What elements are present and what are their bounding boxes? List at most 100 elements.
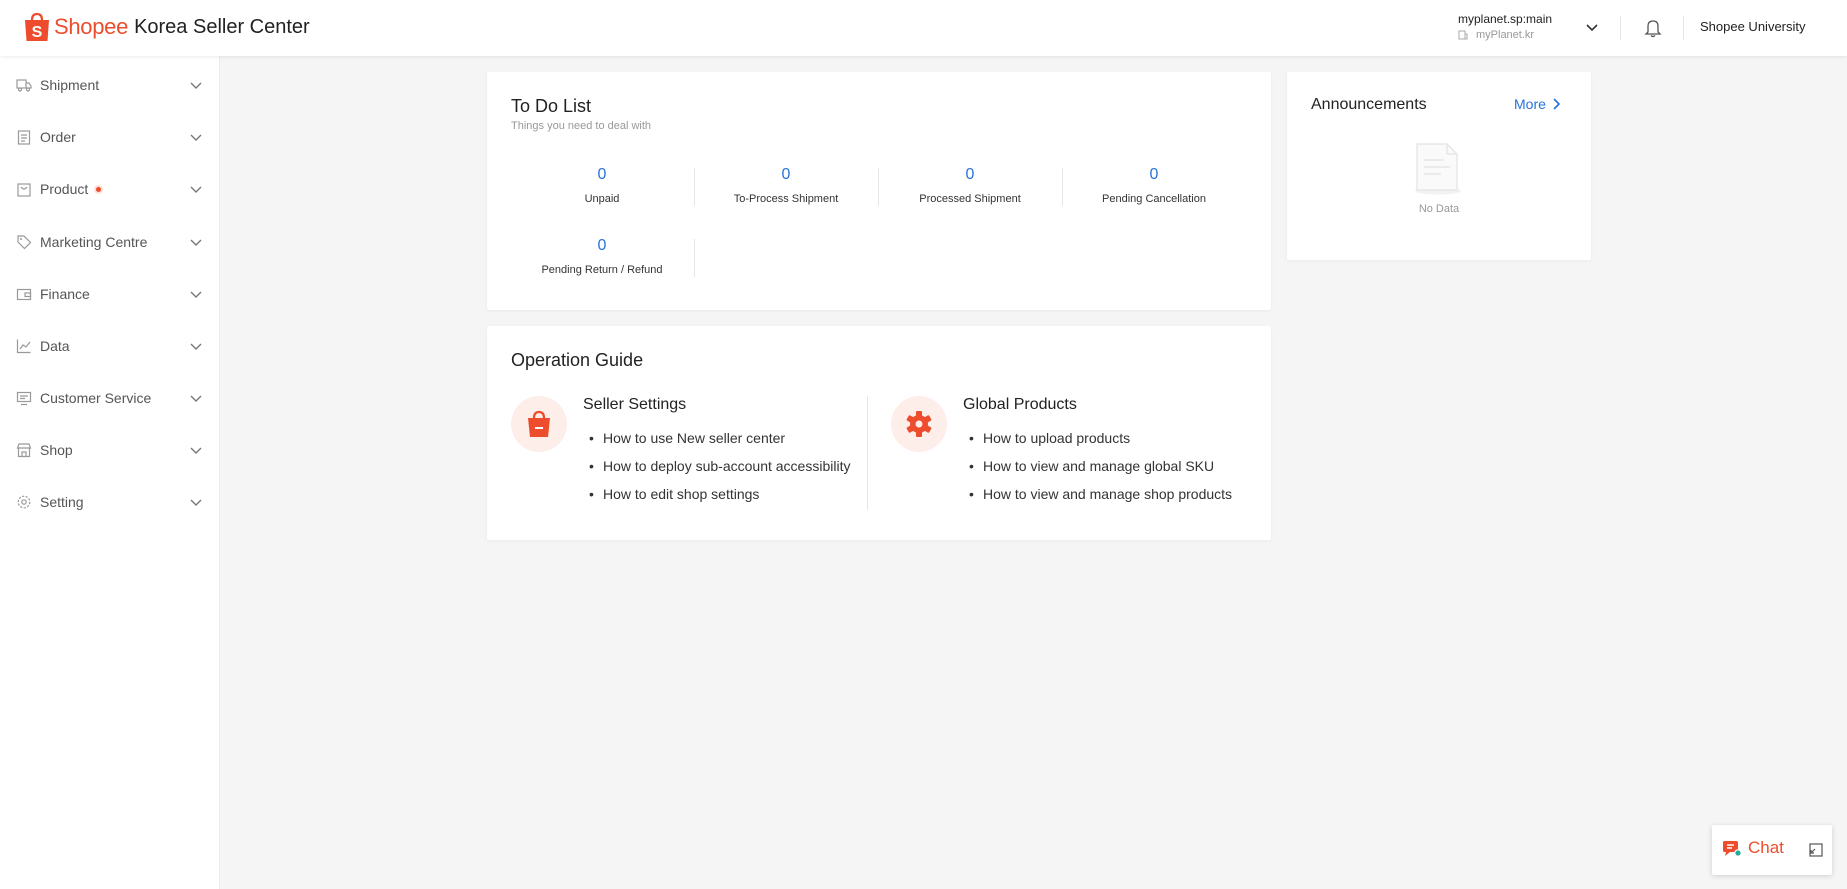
stat-pending-return-refund[interactable]: 0 Pending Return / Refund (510, 237, 694, 281)
building-icon (1458, 30, 1468, 40)
sidebar-item-shipment[interactable]: Shipment (0, 65, 220, 105)
guide-link[interactable]: How to upload products (963, 428, 1232, 456)
stat-value: 0 (781, 166, 791, 183)
shopping-bag-icon (528, 410, 550, 437)
sidebar-item-label: Order (40, 129, 76, 145)
chat-button[interactable]: Chat (1722, 838, 1784, 858)
stat-unpaid[interactable]: 0 Unpaid (510, 166, 694, 210)
sidebar-item-label: Data (40, 338, 70, 354)
sidebar-item-label: Shop (40, 442, 73, 458)
todo-title: To Do List (511, 96, 592, 116)
shopee-university-link[interactable]: Shopee University (1700, 19, 1806, 34)
global-products-links: How to upload products How to view and m… (963, 428, 1232, 512)
guide-link[interactable]: How to view and manage global SKU (963, 456, 1232, 484)
guide-link[interactable]: How to view and manage shop products (963, 484, 1232, 512)
sidebar-item-shop[interactable]: Shop (0, 430, 220, 470)
chart-icon (16, 339, 31, 354)
gear-icon (17, 495, 31, 509)
guide-link[interactable]: How to deploy sub-account accessibility (583, 456, 850, 484)
sidebar-item-label: Marketing Centre (40, 234, 148, 250)
global-products-heading: Global Products (963, 396, 1077, 413)
stat-label: Pending Cancellation (1102, 193, 1206, 205)
stat-label: Processed Shipment (919, 193, 1021, 205)
seller-settings-icon (511, 396, 567, 452)
sidebar-nav: Shipment Order Product Marketing Centre … (0, 56, 220, 889)
wallet-icon (16, 288, 32, 301)
minimize-icon[interactable] (1808, 842, 1824, 858)
chat-label: Chat (1748, 838, 1784, 857)
more-label: More (1514, 96, 1546, 112)
bag-icon (17, 183, 31, 197)
shopee-bag-icon: S (25, 12, 49, 41)
sidebar-item-label: Setting (40, 494, 84, 510)
chat-bubble-icon (1723, 841, 1742, 857)
chevron-right-icon (1553, 98, 1560, 110)
monitor-icon (16, 391, 32, 406)
sidebar-item-data[interactable]: Data (0, 326, 220, 366)
stat-divider (694, 239, 695, 277)
chevron-down-icon (190, 239, 202, 246)
header-divider (1683, 16, 1684, 40)
empty-document-icon (1415, 143, 1461, 195)
seller-settings-links: How to use New seller center How to depl… (583, 428, 850, 512)
chevron-down-icon (190, 291, 202, 298)
bell-icon[interactable] (1644, 18, 1662, 38)
clipboard-icon (17, 130, 31, 145)
chevron-down-icon (190, 343, 202, 350)
account-shop: myPlanet.kr (1458, 29, 1638, 41)
chevron-down-icon (190, 499, 202, 506)
sidebar-item-customer-service[interactable]: Customer Service (0, 378, 220, 418)
stat-pending-cancellation[interactable]: 0 Pending Cancellation (1062, 166, 1246, 210)
no-data-text: No Data (1418, 203, 1460, 215)
todo-list-card: To Do List Things you need to deal with … (487, 72, 1271, 310)
chevron-down-icon[interactable] (1584, 19, 1600, 35)
announcements-more-link[interactable]: More (1514, 96, 1560, 112)
stat-to-process-shipment[interactable]: 0 To-Process Shipment (694, 166, 878, 210)
tag-icon (17, 235, 32, 250)
stat-processed-shipment[interactable]: 0 Processed Shipment (878, 166, 1062, 210)
notification-dot (94, 185, 103, 194)
chevron-down-icon (190, 82, 202, 89)
sidebar-item-order[interactable]: Order (0, 117, 220, 157)
sidebar-item-finance[interactable]: Finance (0, 274, 220, 314)
chevron-down-icon (190, 395, 202, 402)
stat-label: Pending Return / Refund (541, 264, 663, 276)
stat-value: 0 (597, 166, 607, 183)
brand-name: Shopee (54, 14, 129, 39)
announcements-card: Announcements More No Data (1287, 72, 1591, 260)
global-products-icon (891, 396, 947, 452)
stat-label: To-Process Shipment (733, 193, 839, 205)
guide-link[interactable]: How to use New seller center (583, 428, 850, 456)
sidebar-item-marketing-centre[interactable]: Marketing Centre (0, 222, 220, 262)
store-icon (16, 443, 32, 458)
truck-icon (16, 79, 32, 92)
svg-text:S: S (32, 24, 43, 41)
chevron-down-icon (190, 186, 202, 193)
chevron-down-icon (190, 447, 202, 454)
sidebar-item-label: Customer Service (40, 390, 152, 406)
operation-guide-title: Operation Guide (511, 350, 644, 370)
chat-widget: Chat (1712, 825, 1832, 875)
guide-divider (867, 396, 868, 510)
guide-link[interactable]: How to edit shop settings (583, 484, 850, 512)
sidebar-item-product[interactable]: Product (0, 169, 220, 209)
todo-subtitle: Things you need to deal with (511, 120, 652, 132)
stat-value: 0 (1149, 166, 1159, 183)
account-switcher[interactable]: myplanet.sp:main myPlanet.kr (1458, 12, 1638, 46)
announcements-title: Announcements (1311, 96, 1427, 113)
sidebar-item-label: Shipment (40, 77, 100, 93)
header-divider (1620, 16, 1621, 40)
stat-label: Unpaid (584, 193, 620, 205)
seller-settings-heading: Seller Settings (583, 396, 687, 413)
chevron-down-icon (190, 134, 202, 141)
account-name: myplanet.sp:main (1458, 12, 1553, 26)
account-shop-name: myPlanet.kr (1476, 29, 1535, 41)
sidebar-item-label: Product (40, 181, 89, 197)
stat-value: 0 (597, 237, 607, 254)
top-header: S Shopee Korea Seller Center myplanet.sp… (0, 0, 1847, 56)
gear-icon (906, 411, 932, 437)
operation-guide-card: Operation Guide Seller Settings How to u… (487, 326, 1271, 540)
stat-value: 0 (965, 166, 975, 183)
brand-logo[interactable]: S Shopee Korea Seller Center (24, 10, 310, 44)
sidebar-item-setting[interactable]: Setting (0, 482, 220, 522)
